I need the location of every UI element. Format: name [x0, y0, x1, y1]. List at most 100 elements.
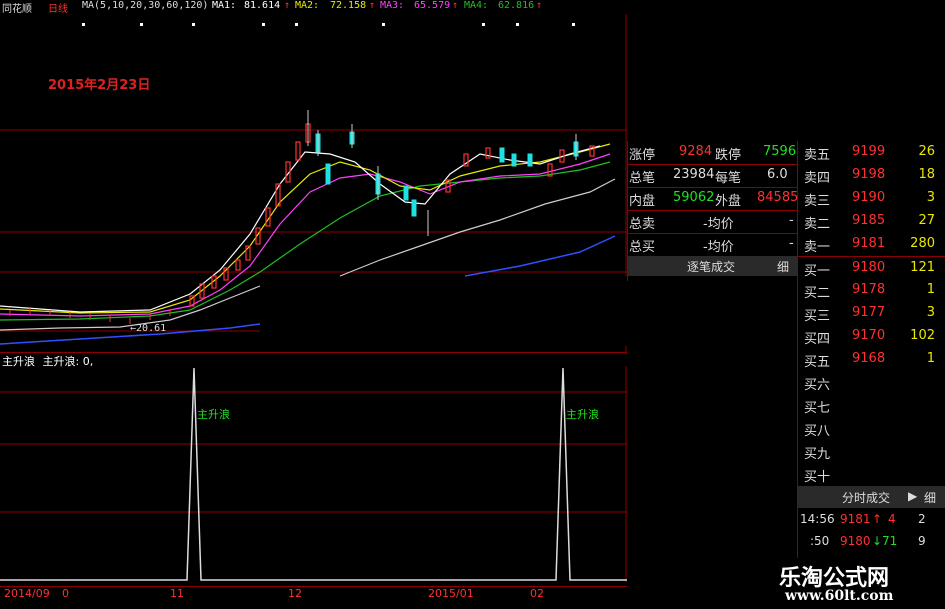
order-book-row[interactable]: 买十 [798, 463, 945, 486]
order-book-row[interactable]: 买二 9178 1 [798, 279, 945, 302]
order-volume: 1 [926, 282, 935, 297]
tick-row: :50 9180 ↓ 71 9 [798, 534, 945, 552]
limit-up-label: 涨停 [629, 148, 656, 163]
outer-value: 84585 [757, 190, 799, 205]
order-price: 9178 [852, 282, 886, 297]
limit-down-label: 跌停 [715, 148, 742, 163]
ma4-value: 62.816 [498, 0, 535, 11]
detail-toggle-2[interactable]: 细 [924, 489, 936, 506]
watermark: 乐淘公式网 www.60lt.com [767, 558, 945, 609]
order-level-label: 买九 [804, 447, 831, 462]
time-trades-button[interactable]: 分时成交 ▶ 细 [798, 486, 945, 508]
order-book: 卖五 9199 26 卖四 9198 18 卖三 9190 3 卖二 9185 27 卖一 9181 280… [798, 141, 945, 486]
row-volume: 内盘 59062 外盘 84585 [627, 187, 798, 211]
total-sell-value: - [789, 213, 794, 228]
order-book-row[interactable]: 买七 [798, 394, 945, 417]
order-level-label: 买四 [804, 332, 831, 347]
tick-flag: 9 [918, 534, 926, 548]
axis-label-2: 0 [62, 587, 69, 600]
ma-header-bar: 同花顺 日线 MA(5,10,20,30,60,120) MA1: 81.614… [0, 0, 945, 15]
order-book-row[interactable]: 买四 9170 102 [798, 325, 945, 348]
axis-label-4: 12 [288, 587, 302, 600]
chart-occlusion [260, 276, 627, 346]
order-level-label: 卖四 [804, 171, 831, 186]
tick-price: 9181 [840, 512, 871, 526]
limit-up-value: 9284 [679, 144, 713, 159]
time-trades-label: 分时成交 [842, 491, 891, 505]
order-level-label: 买八 [804, 424, 831, 439]
order-level-label: 买三 [804, 309, 831, 324]
tick-volume: 4 [888, 512, 896, 526]
time-axis: 2014/09 0 11 12 2015/01 02 [0, 584, 627, 609]
order-volume: 27 [918, 213, 935, 228]
period-label[interactable]: 日线 [48, 0, 68, 15]
row-total-buy: 总买 -均价 - [627, 233, 798, 257]
order-level-label: 买七 [804, 401, 831, 416]
order-price: 9168 [852, 351, 886, 366]
order-volume: 26 [918, 144, 935, 159]
limit-down-value: 7596 [763, 144, 797, 159]
order-book-row[interactable]: 买五 9168 1 [798, 348, 945, 371]
ma2-label: MA2: [295, 0, 320, 11]
order-book-row[interactable]: 卖二 9185 27 [798, 210, 945, 233]
signal-spike-1 [0, 367, 627, 581]
play-icon[interactable]: ▶ [908, 489, 917, 503]
order-level-label: 买二 [804, 286, 831, 301]
candlestick-chart[interactable]: ←20.61 [0, 14, 627, 354]
order-volume: 1 [926, 351, 935, 366]
order-book-row[interactable]: 卖一 9181 280 [798, 233, 945, 256]
row-trades: 总笔 23984 每笔 6.0 [627, 164, 798, 188]
tick-row: 14:56 9181 ↑ 4 2 [798, 512, 945, 530]
tick-price: 9180 [840, 534, 871, 548]
order-level-label: 买十 [804, 470, 831, 485]
order-book-row[interactable]: 买九 [798, 440, 945, 463]
total-buy-avg: -均价 [703, 240, 734, 255]
per-trade-value: 6.0 [767, 167, 788, 182]
order-book-row[interactable]: 买一 9180 121 [798, 256, 945, 280]
candle-wicks [307, 110, 577, 236]
signal-label-2: 主升浪 [566, 407, 599, 421]
axis-label-5: 2015/01 [428, 587, 474, 600]
order-volume: 121 [910, 260, 935, 275]
order-book-row[interactable]: 卖四 9198 18 [798, 164, 945, 187]
date-annotation: 2015年2月23日 [48, 78, 151, 93]
total-sell-label: 总卖 [629, 217, 656, 232]
signal-dots [82, 23, 575, 26]
indicator-chart[interactable]: 主升浪 主升浪 [0, 366, 627, 582]
order-book-row[interactable]: 买八 [798, 417, 945, 440]
total-buy-label: 总买 [629, 240, 656, 255]
divider [0, 352, 627, 353]
order-price: 9180 [852, 260, 886, 275]
detail-toggle[interactable]: 细 [777, 258, 789, 275]
order-volume: 18 [918, 167, 935, 182]
order-price: 9185 [852, 213, 886, 228]
order-book-row[interactable]: 买三 9177 3 [798, 302, 945, 325]
order-book-row[interactable]: 买六 [798, 371, 945, 394]
tick-detail-label: 逐笔成交 [687, 260, 736, 274]
total-trades-value: 23984 [673, 167, 715, 182]
ma6-line-right [464, 235, 616, 277]
order-volume: 102 [910, 328, 935, 343]
order-price: 9199 [852, 144, 886, 159]
order-book-row[interactable]: 卖五 9199 26 [798, 141, 945, 164]
stats-panel: 涨停 9284 跌停 7596 总笔 23984 每笔 6.0 内盘 59062… [627, 141, 798, 274]
total-sell-avg: -均价 [703, 217, 734, 232]
row-limit: 涨停 9284 跌停 7596 [627, 141, 798, 165]
order-price: 9170 [852, 328, 886, 343]
order-book-row[interactable]: 卖三 9190 3 [798, 187, 945, 210]
order-price: 9177 [852, 305, 886, 320]
order-volume: 3 [926, 190, 935, 205]
low-price-label: ←20.61 [130, 323, 166, 334]
order-price: 9198 [852, 167, 886, 182]
per-trade-label: 每笔 [715, 171, 742, 186]
tick-arrow: ↑ [872, 512, 883, 526]
order-level-label: 买五 [804, 355, 831, 370]
ma5-line-right [339, 178, 616, 277]
tick-detail-button[interactable]: 逐笔成交 细 [627, 256, 798, 276]
indicator-grid [0, 366, 627, 582]
order-volume: 280 [910, 236, 935, 251]
ma4-arrow: ↑ [536, 0, 543, 11]
outer-label: 外盘 [715, 194, 742, 209]
order-level-label: 卖三 [804, 194, 831, 209]
total-trades-label: 总笔 [629, 171, 656, 186]
